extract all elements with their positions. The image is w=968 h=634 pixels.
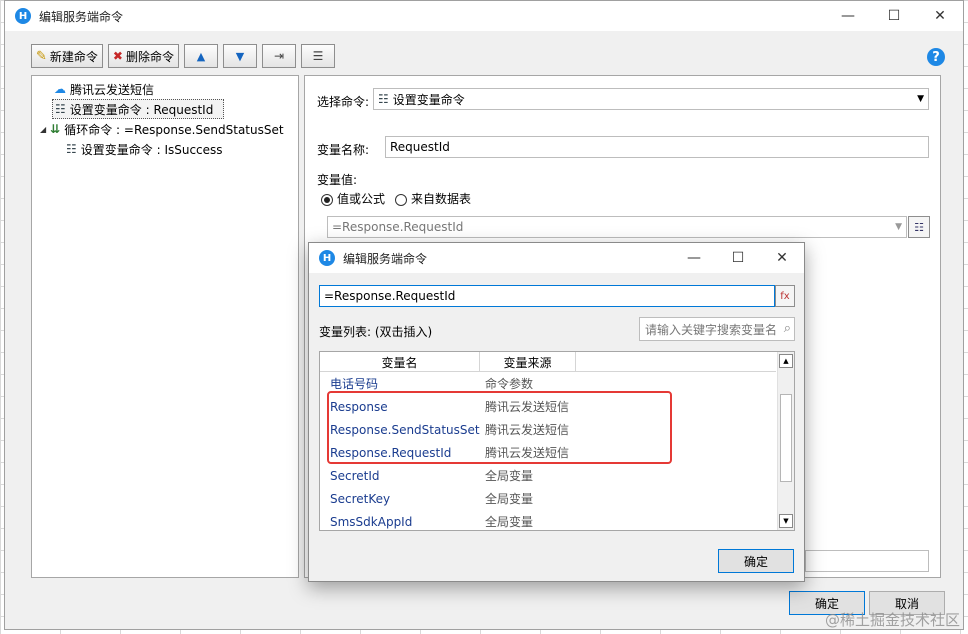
bottom-field[interactable] <box>805 550 929 572</box>
tree-item-set-requestid[interactable]: ☷ 设置变量命令 : RequestId <box>52 99 224 119</box>
row-source: 全局变量 <box>485 469 534 483</box>
dialog-minimize-button[interactable]: — <box>672 243 716 273</box>
row-source: 全局变量 <box>485 492 534 506</box>
loop-icon: ⇊ <box>50 122 61 136</box>
row-name: SecretKey <box>330 491 391 506</box>
sliders-icon: ☷ <box>55 102 66 116</box>
dialog-ok-button[interactable]: 确定 <box>718 549 794 573</box>
row-name: SmsSdkAppId <box>330 514 413 529</box>
sliders-icon: ☷ <box>914 220 924 234</box>
arrow-up-icon: ▲ <box>196 49 206 63</box>
formula-editor-button[interactable]: ☷ <box>908 216 930 238</box>
radio-formula[interactable]: 值或公式 <box>321 190 385 207</box>
radio-unchecked-icon <box>395 193 407 206</box>
indent-button[interactable]: ⇥ <box>262 44 296 68</box>
tree-item-label: 腾讯云发送短信 <box>70 82 155 97</box>
function-editor-icon[interactable]: fx <box>775 285 795 307</box>
tree-item-loop[interactable]: ◢ ⇊ 循环命令 : =Response.SendStatusSet <box>40 119 284 139</box>
cloud-icon: ☁ <box>54 82 66 96</box>
col-header-name[interactable]: 变量名 <box>320 352 480 372</box>
outdent-button[interactable]: ☰ <box>301 44 335 68</box>
formula-input[interactable]: =Response.RequestId ▼ <box>327 216 907 238</box>
table-header: 变量名 变量来源 <box>320 352 776 372</box>
var-name-input[interactable]: RequestId <box>385 136 929 158</box>
tree-item-label: 循环命令 : =Response.SendStatusSet <box>64 122 284 137</box>
tree-item-sms[interactable]: ☁ 腾讯云发送短信 <box>54 79 154 99</box>
outdent-icon: ☰ <box>312 49 324 63</box>
chevron-down-icon: ▼ <box>895 222 902 232</box>
dialog-maximize-button[interactable]: ☐ <box>716 243 760 273</box>
radio-formula-label: 值或公式 <box>337 192 386 206</box>
search-placeholder: 请输入关键字搜索变量名 <box>645 322 778 337</box>
col-header-source[interactable]: 变量来源 <box>480 352 576 372</box>
table-row[interactable]: SecretId 全局变量 <box>320 464 776 487</box>
window-title: 编辑服务端命令 <box>39 9 124 24</box>
row-source: 命令参数 <box>485 377 534 391</box>
row-source: 全局变量 <box>485 515 534 529</box>
close-button[interactable]: ✕ <box>917 1 963 31</box>
app-logo-icon: H <box>319 250 335 266</box>
arrow-down-icon: ▼ <box>235 49 245 63</box>
table-row[interactable]: SecretKey 全局变量 <box>320 487 776 510</box>
annotation-highlight-box <box>327 391 672 464</box>
row-name: 电话号码 <box>330 377 379 391</box>
dialog-title: 编辑服务端命令 <box>343 251 428 266</box>
select-command-dropdown[interactable]: ☷ 设置变量命令 ▼ <box>373 88 929 110</box>
app-logo-icon: H <box>15 8 31 24</box>
watermark: @稀土掘金技术社区 <box>824 611 960 629</box>
new-command-button[interactable]: ✎ 新建命令 <box>31 44 103 68</box>
select-command-value: 设置变量命令 <box>392 92 465 107</box>
command-tree: ☁ 腾讯云发送短信 ☷ 设置变量命令 : RequestId ◢ ⇊ 循环命令 … <box>31 75 299 578</box>
maximize-button[interactable]: ☐ <box>871 1 917 31</box>
main-titlebar: H 编辑服务端命令 — ☐ ✕ <box>5 1 963 31</box>
chevron-down-icon: ▼ <box>917 94 924 104</box>
help-icon[interactable]: ? <box>927 48 945 66</box>
move-up-button[interactable]: ▲ <box>184 44 218 68</box>
sliders-icon: ☷ <box>378 92 389 106</box>
var-list-label: 变量列表: (双击插入) <box>319 325 433 339</box>
vertical-scrollbar[interactable]: ▲ ▼ <box>777 352 794 530</box>
dialog-titlebar: H 编辑服务端命令 — ☐ ✕ <box>309 243 804 273</box>
radio-datatable[interactable]: 来自数据表 <box>395 190 471 207</box>
delete-command-button[interactable]: ✖ 删除命令 <box>107 44 179 68</box>
scroll-up-icon[interactable]: ▲ <box>779 354 793 368</box>
var-name-label: 变量名称: <box>317 143 370 157</box>
move-down-button[interactable]: ▼ <box>223 44 257 68</box>
dialog-close-button[interactable]: ✕ <box>760 243 804 273</box>
collapse-arrow-icon[interactable]: ◢ <box>40 125 46 134</box>
tree-item-set-issuccess[interactable]: ☷ 设置变量命令 : IsSuccess <box>66 139 223 159</box>
sliders-icon: ☷ <box>66 142 77 156</box>
delete-document-icon: ✖ <box>112 49 123 63</box>
indent-icon: ⇥ <box>273 49 285 63</box>
table-row[interactable]: SmsSdkAppId 全局变量 <box>320 510 776 530</box>
scroll-down-icon[interactable]: ▼ <box>779 514 793 528</box>
radio-datatable-label: 来自数据表 <box>411 192 472 206</box>
delete-command-label: 删除命令 <box>125 49 174 64</box>
row-name: SecretId <box>330 468 380 483</box>
tree-item-label: 设置变量命令 : IsSuccess <box>80 142 223 157</box>
new-document-icon: ✎ <box>36 48 47 64</box>
scroll-thumb[interactable] <box>780 394 792 482</box>
var-value-label: 变量值: <box>317 173 358 187</box>
var-search-input[interactable]: 请输入关键字搜索变量名 ⌕ <box>639 317 795 341</box>
new-command-label: 新建命令 <box>49 49 98 64</box>
select-command-label: 选择命令: <box>317 95 370 109</box>
radio-checked-icon <box>321 193 333 206</box>
search-icon: ⌕ <box>783 321 791 336</box>
tree-item-label: 设置变量命令 : RequestId <box>69 102 214 117</box>
toolbar: ✎ 新建命令 ✖ 删除命令 ▲ ▼ ⇥ ☰ <box>31 44 335 68</box>
dialog-formula-input[interactable]: =Response.RequestId <box>319 285 775 307</box>
formula-dialog: H 编辑服务端命令 — ☐ ✕ =Response.RequestId fx 变… <box>308 242 805 582</box>
formula-value: =Response.RequestId <box>332 220 464 234</box>
minimize-button[interactable]: — <box>825 1 871 31</box>
